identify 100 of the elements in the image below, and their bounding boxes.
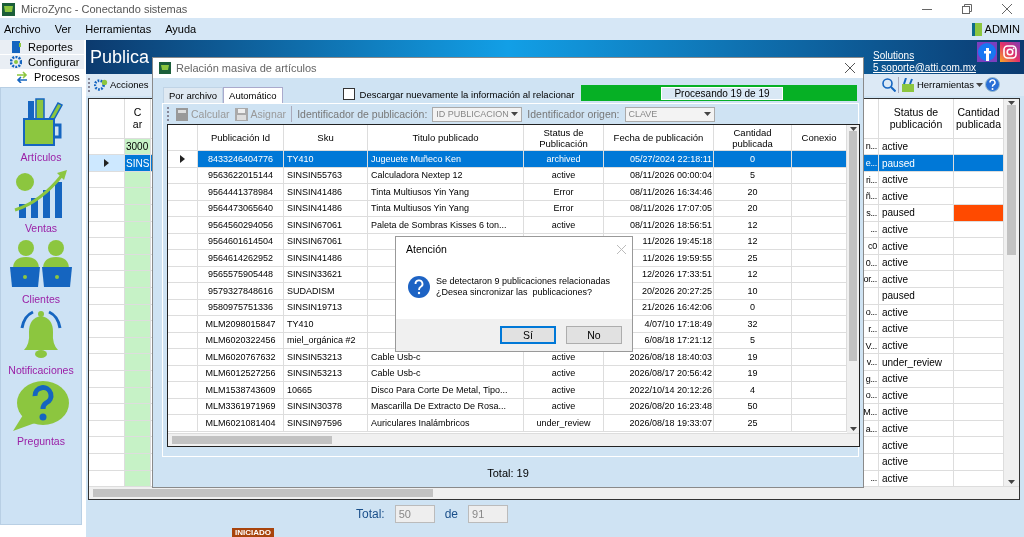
table-row[interactable]: 9563622015144 SINSIN55763 Calculadora Nextep 12 active 08/11/2026 00:00:04 5 — [168, 167, 847, 184]
table-cell: Paleta de Sombras Kisses 6 ton... — [368, 217, 524, 234]
book-icon — [10, 41, 22, 53]
table-cell: active — [524, 167, 604, 184]
menu-item[interactable]: Archivo — [4, 21, 41, 37]
scroll-thumb[interactable] — [849, 131, 857, 361]
row-pointer-icon — [180, 154, 185, 163]
table-cell: 08/11/2026 00:00:04 — [604, 167, 714, 184]
dialog-button[interactable]: Sí — [500, 326, 556, 344]
notebook-icon — [971, 22, 982, 36]
table-cell: Cable Usb-c — [368, 365, 524, 382]
tab[interactable]: Automático — [223, 87, 283, 103]
table-row[interactable]: 9564560294056 SINSIN67061 Paleta de Sombras Kisses 6 ton... active 08/11/2026 18:56:51 12 — [168, 217, 847, 234]
module-label[interactable]: Artículos — [20, 151, 62, 163]
dialog-title: Relación masiva de artículos — [176, 62, 318, 74]
actions-button[interactable]: Acciones — [94, 76, 149, 93]
help-icon[interactable] — [985, 77, 1000, 93]
table-cell: 9564601614504 — [198, 233, 284, 250]
table-cell: 9579327848616 — [198, 283, 284, 300]
sidebar-tab[interactable]: Reportes — [0, 40, 84, 55]
table-cell: SINSIN67061 — [284, 217, 368, 234]
scrollbar[interactable] — [1004, 98, 1019, 486]
table-cell: 08/11/2026 16:34:46 — [604, 184, 714, 201]
table-cell: active — [524, 398, 604, 415]
table-cell: 9564441378984 — [198, 184, 284, 201]
scroll-thumb[interactable] — [172, 436, 332, 444]
menu-item[interactable]: Ayuda — [165, 21, 197, 37]
sidebar-tab[interactable]: Configurar — [0, 55, 84, 70]
table-cell: SUDADISM — [284, 283, 368, 300]
table-cell: 2026/08/20 16:23:48 — [604, 398, 714, 415]
instagram-icon[interactable] — [1000, 42, 1020, 62]
table-cell: SINSIN53213 — [284, 365, 368, 382]
table-cell: 8433246404776 — [198, 151, 284, 168]
table-cell: Error — [524, 184, 604, 201]
table-cell: active — [879, 337, 954, 355]
table-cell: 25 — [714, 415, 792, 432]
menu-item[interactable]: Ver — [54, 21, 72, 37]
table-cell: Disco Para Corte De Metal, Tipo... — [368, 382, 524, 399]
table-row[interactable]: MLM3361971969 SINSIN30378 Mascarilla De Extracto De Rosa... active 2026/08/20 16:23:48 50 — [168, 398, 847, 415]
gear-icon — [10, 56, 22, 68]
module-label[interactable]: Preguntas — [17, 435, 65, 447]
minimize-icon[interactable] — [922, 8, 932, 10]
table-row[interactable]: 8433246404776 TY410 Jugeuete Muñeco Ken archived 05/27/2024 22:18:11 0 — [168, 151, 847, 168]
table-cell: under_review — [524, 415, 604, 432]
module-label[interactable]: Ventas — [24, 222, 58, 234]
table-row[interactable]: MLM6021081404 SINSIN97596 Auriculares Inalámbricos under_review 2026/08/18 19:33:07 25 — [168, 415, 847, 432]
row-pointer-icon — [104, 159, 109, 168]
table-cell: SINSIN30378 — [284, 398, 368, 415]
table-cell: 0 — [714, 299, 792, 316]
table-cell: active — [879, 453, 954, 471]
dialog-button[interactable]: No — [566, 326, 622, 344]
shown-count-field: 50 — [394, 504, 435, 523]
table-row[interactable]: 9564441378984 SINSIN41486 Tinta Multiusos Yin Yang Error 08/11/2026 16:34:46 20 — [168, 184, 847, 201]
checkbox[interactable] — [342, 88, 355, 100]
table-cell: active — [524, 217, 604, 234]
tab[interactable]: Por archivo — [163, 87, 224, 103]
table-cell: 19 — [714, 365, 792, 382]
header-cell — [168, 125, 198, 151]
table-cell: MLM2098015847 — [198, 316, 284, 333]
module-label[interactable]: Clientes — [22, 293, 60, 305]
table-row[interactable]: MLM6012527256 SINSIN53213 Cable Usb-c active 2026/08/17 20:56:42 19 — [168, 365, 847, 382]
scroll-thumb[interactable] — [1007, 104, 1016, 255]
caret-icon — [976, 82, 983, 87]
tools-dropdown[interactable]: Herramientas — [900, 76, 983, 93]
cart-icon — [159, 62, 171, 74]
toolbox-icon — [900, 77, 915, 92]
company-link[interactable]: Solutions — [873, 50, 977, 62]
table-cell: 12 — [714, 217, 792, 234]
table-cell: MLM3361971969 — [198, 398, 284, 415]
calculator-icon — [176, 107, 188, 121]
table-cell: TY410 — [284, 151, 368, 168]
table-cell: active — [879, 387, 954, 405]
table-cell: SINSIN97596 — [284, 415, 368, 432]
table-cell: 0 — [714, 151, 792, 168]
scrollbar[interactable] — [847, 125, 859, 433]
restore-icon[interactable] — [962, 4, 972, 14]
close-icon[interactable] — [845, 63, 855, 73]
table-cell: 5 — [714, 167, 792, 184]
scroll-thumb[interactable] — [93, 488, 433, 497]
table-cell: 32 — [714, 316, 792, 333]
table-row[interactable]: 9564473065640 SINSIN41486 Tinta Multiusos Yin Yang Error 08/11/2026 17:07:05 20 — [168, 200, 847, 217]
search-icon[interactable] — [881, 77, 896, 92]
close-icon[interactable] — [1002, 4, 1012, 14]
email-link[interactable]: 5 soporte@atti.com.mx — [873, 62, 977, 74]
scrollbar[interactable] — [168, 433, 859, 446]
of-label: de — [444, 506, 459, 521]
table-cell: 25 — [714, 250, 792, 267]
table-cell: active — [879, 171, 954, 189]
table-cell: 9564473065640 — [198, 200, 284, 217]
table-cell: SINSIN33621 — [284, 266, 368, 283]
field-label: Identificador de publicación: — [297, 108, 428, 120]
facebook-icon[interactable] — [977, 42, 997, 62]
menu-item[interactable]: Herramientas — [85, 21, 152, 37]
table-cell: active — [879, 238, 954, 255]
table-row[interactable]: MLM1538743609 10665 Disco Para Corte De Metal, Tipo... active 2022/10/14 20:12:26 4 — [168, 382, 847, 399]
table-cell: active — [879, 321, 954, 338]
table-cell: Tinta Multiusos Yin Yang — [368, 200, 524, 217]
table-cell: SINSIN55763 — [284, 167, 368, 184]
user-name[interactable]: ADMIN — [984, 23, 1020, 35]
module-label[interactable]: Notificaciones — [8, 364, 74, 376]
